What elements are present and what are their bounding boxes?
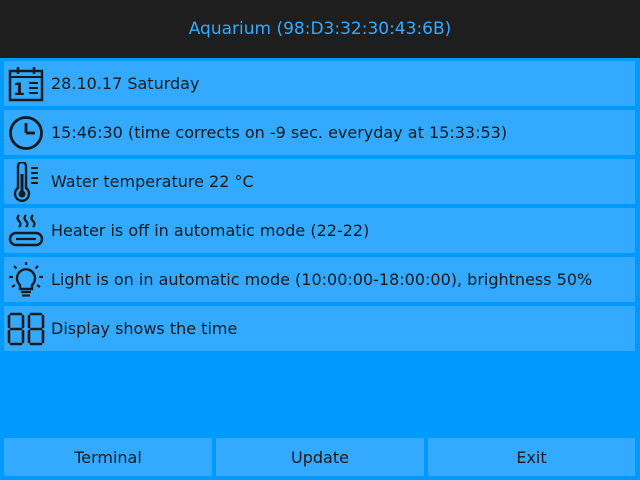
lightbulb-icon xyxy=(6,257,46,302)
light-row: Light is on in automatic mode (10:00:00-… xyxy=(4,257,635,302)
heater-icon xyxy=(6,208,46,253)
seven-segment-display-icon xyxy=(6,306,46,351)
date-row: 1 28.10.17 Saturday xyxy=(4,61,635,106)
window-header: Aquarium (98:D3:32:30:43:6B) xyxy=(0,0,640,58)
exit-button[interactable]: Exit xyxy=(428,438,635,476)
calendar-icon: 1 xyxy=(6,61,46,106)
heater-row: Heater is off in automatic mode (22-22) xyxy=(4,208,635,253)
time-row: 15:46:30 (time corrects on -9 sec. every… xyxy=(4,110,635,155)
thermometer-icon xyxy=(6,159,46,204)
clock-icon xyxy=(6,110,46,155)
display-text: Display shows the time xyxy=(51,319,238,338)
heater-text: Heater is off in automatic mode (22-22) xyxy=(51,221,370,240)
svg-text:1: 1 xyxy=(13,80,25,100)
update-button[interactable]: Update xyxy=(216,438,424,476)
date-text: 28.10.17 Saturday xyxy=(51,74,200,93)
light-text: Light is on in automatic mode (10:00:00-… xyxy=(51,270,593,289)
time-text: 15:46:30 (time corrects on -9 sec. every… xyxy=(51,123,508,142)
temperature-row: Water temperature 22 °C xyxy=(4,159,635,204)
window-title: Aquarium (98:D3:32:30:43:6B) xyxy=(188,19,452,39)
terminal-button[interactable]: Terminal xyxy=(4,438,212,476)
display-row: Display shows the time xyxy=(4,306,635,351)
temperature-text: Water temperature 22 °C xyxy=(51,172,254,191)
